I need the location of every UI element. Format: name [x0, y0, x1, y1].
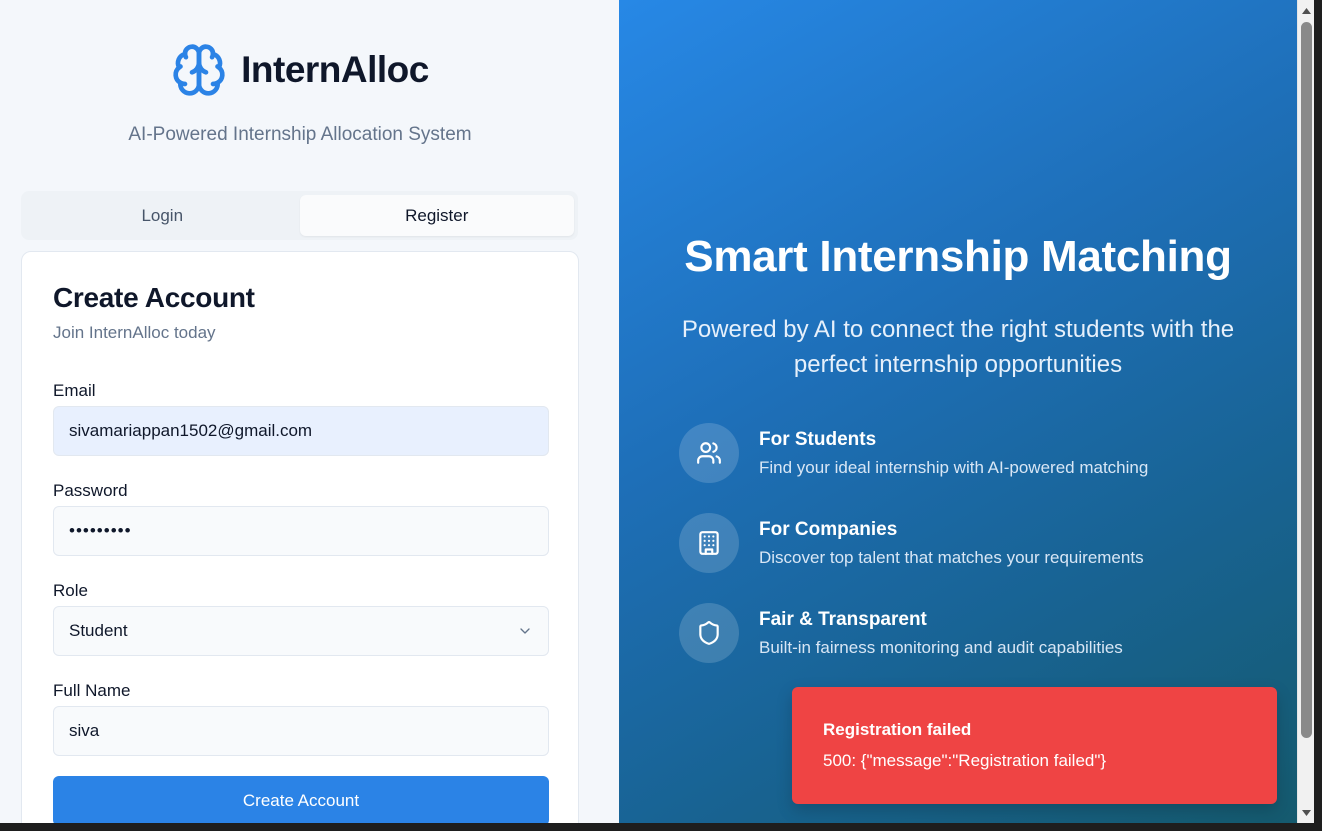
register-card: Create Account Join InternAlloc today Em… [21, 251, 579, 823]
create-account-button[interactable]: Create Account [53, 776, 549, 823]
feature-students: For Students Find your ideal internship … [679, 423, 1148, 483]
scroll-down-arrow-icon[interactable] [1298, 804, 1315, 821]
window-edge [0, 823, 1322, 831]
shield-icon [699, 621, 719, 645]
hero-title: Smart Internship Matching [684, 232, 1232, 281]
feature-text: For Companies Discover top talent that m… [759, 513, 1144, 568]
toast-title: Registration failed [823, 720, 972, 739]
feature-title: For Students [759, 429, 877, 450]
feature-title: Fair & Transparent [759, 609, 927, 630]
feature-title: For Companies [759, 519, 898, 540]
feature-icon-wrap [679, 603, 739, 663]
role-label: Role [53, 581, 88, 600]
role-select-value: Student [69, 621, 128, 640]
tab-login[interactable]: Login [25, 195, 300, 236]
feature-text: For Students Find your ideal internship … [759, 423, 1148, 478]
card-subtitle: Join InternAlloc today [53, 323, 216, 342]
brand-tagline: AI-Powered Internship Allocation System [128, 124, 472, 145]
window-edge [1314, 0, 1322, 831]
feature-desc: Discover top talent that matches your re… [759, 548, 1144, 567]
email-label: Email [53, 381, 96, 400]
brand-header: InternAlloc [0, 40, 600, 100]
hero-subtitle: Powered by AI to connect the right stude… [681, 316, 1235, 378]
scroll-up-arrow-icon[interactable] [1298, 2, 1315, 19]
toast-message: 500: {"message":"Registration failed"} [823, 751, 1107, 770]
role-select[interactable]: Student [53, 606, 549, 656]
auth-panel: InternAlloc AI-Powered Internship Alloca… [0, 0, 619, 823]
feature-icon-wrap [679, 423, 739, 483]
error-toast[interactable]: Registration failed 500: {"message":"Reg… [792, 687, 1277, 804]
full-name-label: Full Name [53, 681, 131, 700]
vertical-scrollbar[interactable] [1297, 0, 1314, 823]
hero-panel: Smart Internship Matching Powered by AI … [619, 0, 1297, 823]
chevron-down-icon [520, 628, 530, 634]
users-icon [697, 442, 721, 464]
auth-tabs: Login Register [21, 191, 578, 240]
feature-text: Fair & Transparent Built-in fairness mon… [759, 603, 1123, 658]
brain-icon [173, 44, 225, 96]
brand-name: InternAlloc [241, 49, 429, 90]
feature-companies: For Companies Discover top talent that m… [679, 513, 1144, 573]
feature-icon-wrap [679, 513, 739, 573]
tab-register[interactable]: Register [299, 195, 574, 236]
app-viewport: InternAlloc AI-Powered Internship Alloca… [0, 0, 1297, 823]
email-field[interactable]: sivamariappan1502@gmail.com [53, 406, 549, 456]
feature-fairness: Fair & Transparent Built-in fairness mon… [679, 603, 1123, 663]
card-title: Create Account [53, 282, 255, 313]
feature-desc: Find your ideal internship with AI-power… [759, 458, 1149, 477]
password-label: Password [53, 481, 128, 500]
full-name-field[interactable]: siva [53, 706, 549, 756]
scrollbar-thumb[interactable] [1301, 22, 1312, 738]
building-icon [699, 531, 719, 555]
password-field[interactable]: ••••••••• [53, 506, 549, 556]
feature-desc: Built-in fairness monitoring and audit c… [759, 638, 1123, 657]
